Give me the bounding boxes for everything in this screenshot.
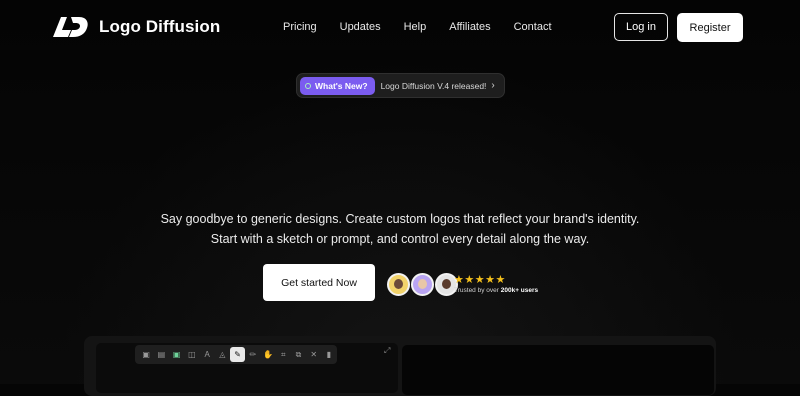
announcement-pill[interactable]: What's New? Logo Diffusion V.4 released!… xyxy=(296,73,505,98)
trusted-count: 200k+ users xyxy=(500,287,539,294)
editor-canvas-right xyxy=(402,345,714,395)
photo-icon[interactable]: ▣ xyxy=(169,347,183,362)
pen-icon[interactable]: ◬ xyxy=(215,347,229,362)
nav-item-pricing[interactable]: Pricing xyxy=(283,21,317,33)
user-avatars xyxy=(387,273,459,296)
main-nav: Pricing Updates Help Affiliates Contact xyxy=(283,21,575,33)
status-dot-icon xyxy=(305,82,311,89)
nav-item-affiliates[interactable]: Affiliates xyxy=(449,21,490,33)
get-started-button[interactable]: Get started Now xyxy=(263,264,375,301)
copy-icon[interactable]: ⧉ xyxy=(291,347,305,362)
pencil-icon[interactable]: ✏ xyxy=(246,347,260,362)
trusted-prefix: Trusted by over xyxy=(454,287,501,294)
announcement-text: Logo Diffusion V.4 released! xyxy=(380,80,487,91)
expand-icon[interactable]: ⤢ xyxy=(384,346,390,356)
brand-name: Logo Diffusion xyxy=(99,17,221,36)
nav-item-contact[interactable]: Contact xyxy=(514,21,552,33)
gallery-icon[interactable]: ▤ xyxy=(154,347,168,362)
register-button[interactable]: Register xyxy=(677,13,743,42)
layers-icon[interactable]: ◫ xyxy=(185,347,199,362)
crop-icon[interactable]: ⌗ xyxy=(276,347,290,362)
trash-icon[interactable]: ▮ xyxy=(322,347,336,362)
ld-monogram-icon xyxy=(51,15,89,39)
editor-toolbar: ▣ ▤ ▣ ◫ A ◬ ✎ ✏ ✋ ⌗ ⧉ ✕ ▮ xyxy=(135,345,337,364)
login-button[interactable]: Log in xyxy=(614,13,668,41)
nav-item-updates[interactable]: Updates xyxy=(340,21,381,33)
whats-new-label: What's New? xyxy=(315,80,368,91)
hand-icon[interactable]: ✋ xyxy=(261,347,275,362)
brand-logo[interactable]: Logo Diffusion xyxy=(51,15,220,39)
hero-subtitle-line2: Start with a sketch or prompt, and contr… xyxy=(210,232,590,246)
rating-stars: ★★★★★ xyxy=(454,274,506,286)
chevron-right-icon: › xyxy=(491,80,495,91)
nav-item-help[interactable]: Help xyxy=(404,21,427,33)
close-icon[interactable]: ✕ xyxy=(307,347,321,362)
image-icon[interactable]: ▣ xyxy=(139,347,153,362)
pen-active-icon[interactable]: ✎ xyxy=(230,347,245,362)
trusted-by-text: Trusted by over 200k+ users xyxy=(454,287,538,294)
hero-subtitle-line1: Say goodbye to generic designs. Create c… xyxy=(160,212,640,226)
background xyxy=(0,0,800,384)
text-icon[interactable]: A xyxy=(200,347,214,362)
avatar xyxy=(411,273,434,296)
avatar xyxy=(387,273,410,296)
whats-new-badge: What's New? xyxy=(300,76,375,95)
